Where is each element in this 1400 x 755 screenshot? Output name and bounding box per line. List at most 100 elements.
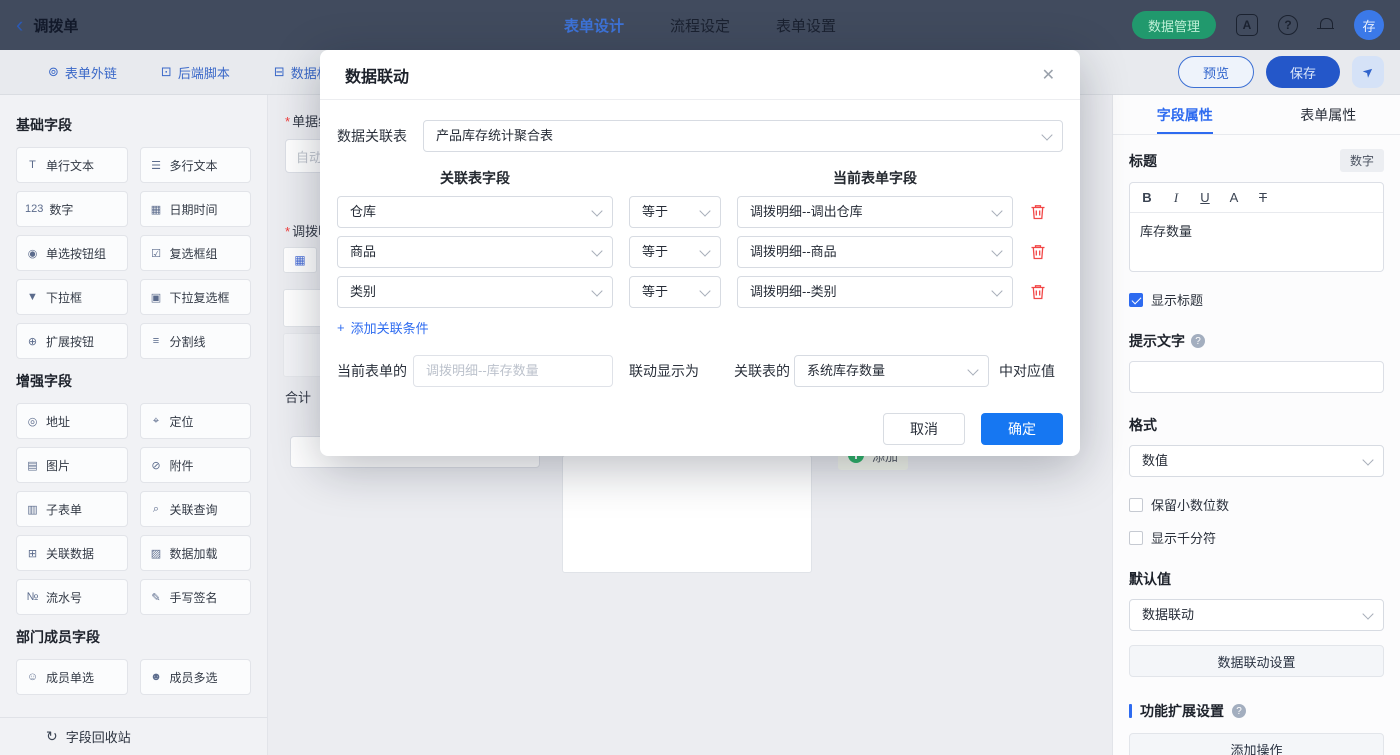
thousand-sep-checkbox[interactable] xyxy=(1129,531,1143,545)
field-chip-dropdown-check[interactable]: ▣下拉复选框 xyxy=(140,279,252,315)
show-title-checkbox-row[interactable]: 显示标题 xyxy=(1129,290,1384,309)
bold-icon[interactable]: B xyxy=(1140,190,1154,205)
field-chip-member-single[interactable]: ☺成员单选 xyxy=(16,659,128,695)
backend-script-link[interactable]: ⊡ 后端脚本 xyxy=(161,63,230,82)
tab-process-setting[interactable]: 流程设定 xyxy=(670,15,730,36)
data-linkage-settings-button[interactable]: 数据联动设置 xyxy=(1129,645,1384,677)
relation-table-select[interactable]: 产品库存统计聚合表 xyxy=(423,120,1063,152)
relation-field-select[interactable]: 类别 xyxy=(337,276,613,308)
relation-field-select[interactable]: 仓库 xyxy=(337,196,613,228)
cancel-button[interactable]: 取消 xyxy=(883,413,965,445)
field-chip-location[interactable]: ⌖定位 xyxy=(140,403,252,439)
hint-text-input[interactable] xyxy=(1129,361,1384,393)
condition-row: 类别 等于 调拨明细--类别 xyxy=(337,276,1063,308)
field-chip-attachment[interactable]: ⊘附件 xyxy=(140,447,252,483)
form-external-link-label: 表单外链 xyxy=(65,63,117,82)
top-bar: ‹ 调拨单 表单设计 流程设定 表单设置 数据管理 A ? 存 xyxy=(0,0,1400,50)
form-field-select[interactable]: 调拨明细--商品 xyxy=(737,236,1013,268)
notification-bell-icon[interactable] xyxy=(1318,17,1334,33)
field-chip-multi-line-text[interactable]: ☰多行文本 xyxy=(140,147,252,183)
field-chip-serial-number[interactable]: №流水号 xyxy=(16,579,128,615)
basic-fields-grid: T单行文本 ☰多行文本 123数字 ▦日期时间 ◉单选按钮组 ☑复选框组 ▼下拉… xyxy=(16,147,251,359)
operator-select[interactable]: 等于 xyxy=(629,236,721,268)
relation-display-field-select[interactable]: 系统库存数量 xyxy=(794,355,989,387)
form-field-select[interactable]: 调拨明细--类别 xyxy=(737,276,1013,308)
field-chip-address[interactable]: ◎地址 xyxy=(16,403,128,439)
underline-icon[interactable]: U xyxy=(1198,190,1212,205)
title-value-input[interactable]: 库存数量 xyxy=(1130,213,1383,271)
dropdown-check-icon: ▣ xyxy=(149,291,164,304)
topbar-actions: 数据管理 A ? 存 xyxy=(1132,10,1384,40)
avatar[interactable]: 存 xyxy=(1354,10,1384,40)
field-chip-subform[interactable]: ▥子表单 xyxy=(16,491,128,527)
dropdown-icon: ▼ xyxy=(25,291,40,303)
keep-decimal-checkbox[interactable] xyxy=(1129,498,1143,512)
field-chip-single-line-text[interactable]: T单行文本 xyxy=(16,147,128,183)
relation-field-header: 关联表字段 xyxy=(337,168,613,188)
serial-number-icon: № xyxy=(25,591,40,603)
field-chip-extend-button[interactable]: ⊕扩展按钮 xyxy=(16,323,128,359)
condition-headers: 关联表字段 当前表单字段 xyxy=(337,168,1063,188)
share-button[interactable]: ➤ xyxy=(1352,56,1384,88)
font-color-icon[interactable]: A xyxy=(1227,190,1241,205)
form-external-link[interactable]: ⊚ 表单外链 xyxy=(48,63,117,82)
current-form-field-input[interactable]: 调拨明细--库存数量 xyxy=(413,355,613,387)
subtable-empty-box xyxy=(562,455,812,573)
share-icon: ➤ xyxy=(1359,62,1378,81)
tab-field-properties[interactable]: 字段属性 xyxy=(1113,95,1257,134)
field-chip-relation-query[interactable]: ⌕关联查询 xyxy=(140,491,252,527)
subform-icon: ▥ xyxy=(25,503,40,516)
field-chip-signature[interactable]: ✎手写签名 xyxy=(140,579,252,615)
operator-select[interactable]: 等于 xyxy=(629,196,721,228)
field-chip-divider[interactable]: ≡分割线 xyxy=(140,323,252,359)
tab-form-properties[interactable]: 表单属性 xyxy=(1257,95,1400,134)
language-icon[interactable]: A xyxy=(1236,14,1258,36)
operator-select[interactable]: 等于 xyxy=(629,276,721,308)
field-recycle-bin[interactable]: ↻ 字段回收站 xyxy=(0,717,267,755)
save-button[interactable]: 保存 xyxy=(1266,56,1340,88)
confirm-button[interactable]: 确定 xyxy=(981,413,1063,445)
back-icon[interactable]: ‹ xyxy=(16,14,23,36)
field-chip-radio-group[interactable]: ◉单选按钮组 xyxy=(16,235,128,271)
field-chip-data-load[interactable]: ▨数据加载 xyxy=(140,535,252,571)
field-chip-relation-data[interactable]: ⊞关联数据 xyxy=(16,535,128,571)
thousand-sep-row[interactable]: 显示千分符 xyxy=(1129,528,1384,547)
help-icon[interactable]: ? xyxy=(1278,15,1298,35)
member-fields-grid: ☺成员单选 ☻成员多选 xyxy=(16,659,251,695)
recycle-icon: ↻ xyxy=(46,728,58,745)
data-manage-button[interactable]: 数据管理 xyxy=(1132,11,1216,39)
divider-icon: ≡ xyxy=(149,335,164,347)
add-condition-link[interactable]: + 添加关联条件 xyxy=(337,318,429,337)
add-action-button[interactable]: 添加操作 xyxy=(1129,733,1384,755)
tab-form-settings[interactable]: 表单设置 xyxy=(776,15,836,36)
field-chip-checkbox-group[interactable]: ☑复选框组 xyxy=(140,235,252,271)
field-chip-image[interactable]: ▤图片 xyxy=(16,447,128,483)
relation-field-select[interactable]: 商品 xyxy=(337,236,613,268)
relation-table-label: 数据关联表 xyxy=(337,126,407,146)
multi-line-text-icon: ☰ xyxy=(149,159,164,172)
tab-form-design[interactable]: 表单设计 xyxy=(564,15,624,36)
field-chip-dropdown[interactable]: ▼下拉框 xyxy=(16,279,128,315)
format-select[interactable]: 数值 xyxy=(1129,445,1384,477)
italic-icon[interactable]: I xyxy=(1169,190,1183,206)
relation-data-icon: ⊞ xyxy=(25,547,40,560)
delete-condition-icon[interactable] xyxy=(1029,243,1047,261)
form-field-select[interactable]: 调拨明细--调出仓库 xyxy=(737,196,1013,228)
show-title-checkbox[interactable] xyxy=(1129,293,1143,307)
hint-help-icon[interactable]: ? xyxy=(1191,334,1205,348)
keep-decimal-row[interactable]: 保留小数位数 xyxy=(1129,495,1384,514)
section-accent-bar xyxy=(1129,704,1132,718)
close-icon[interactable]: ✕ xyxy=(1042,65,1055,85)
preview-button[interactable]: 预览 xyxy=(1178,56,1254,88)
delete-condition-icon[interactable] xyxy=(1029,203,1047,221)
detail-toolbar-icon[interactable]: ▦ xyxy=(283,247,317,273)
default-value-select[interactable]: 数据联动 xyxy=(1129,599,1384,631)
field-chip-datetime[interactable]: ▦日期时间 xyxy=(140,191,252,227)
field-chip-member-multi[interactable]: ☻成员多选 xyxy=(140,659,252,695)
delete-condition-icon[interactable] xyxy=(1029,283,1047,301)
extension-help-icon[interactable]: ? xyxy=(1232,704,1246,718)
strikethrough-icon[interactable]: T xyxy=(1256,190,1270,205)
field-chip-number[interactable]: 123数字 xyxy=(16,191,128,227)
radio-group-icon: ◉ xyxy=(25,247,40,260)
modal-body: 数据关联表 产品库存统计聚合表 关联表字段 当前表单字段 仓库 等于 调拨明细-… xyxy=(320,100,1080,445)
